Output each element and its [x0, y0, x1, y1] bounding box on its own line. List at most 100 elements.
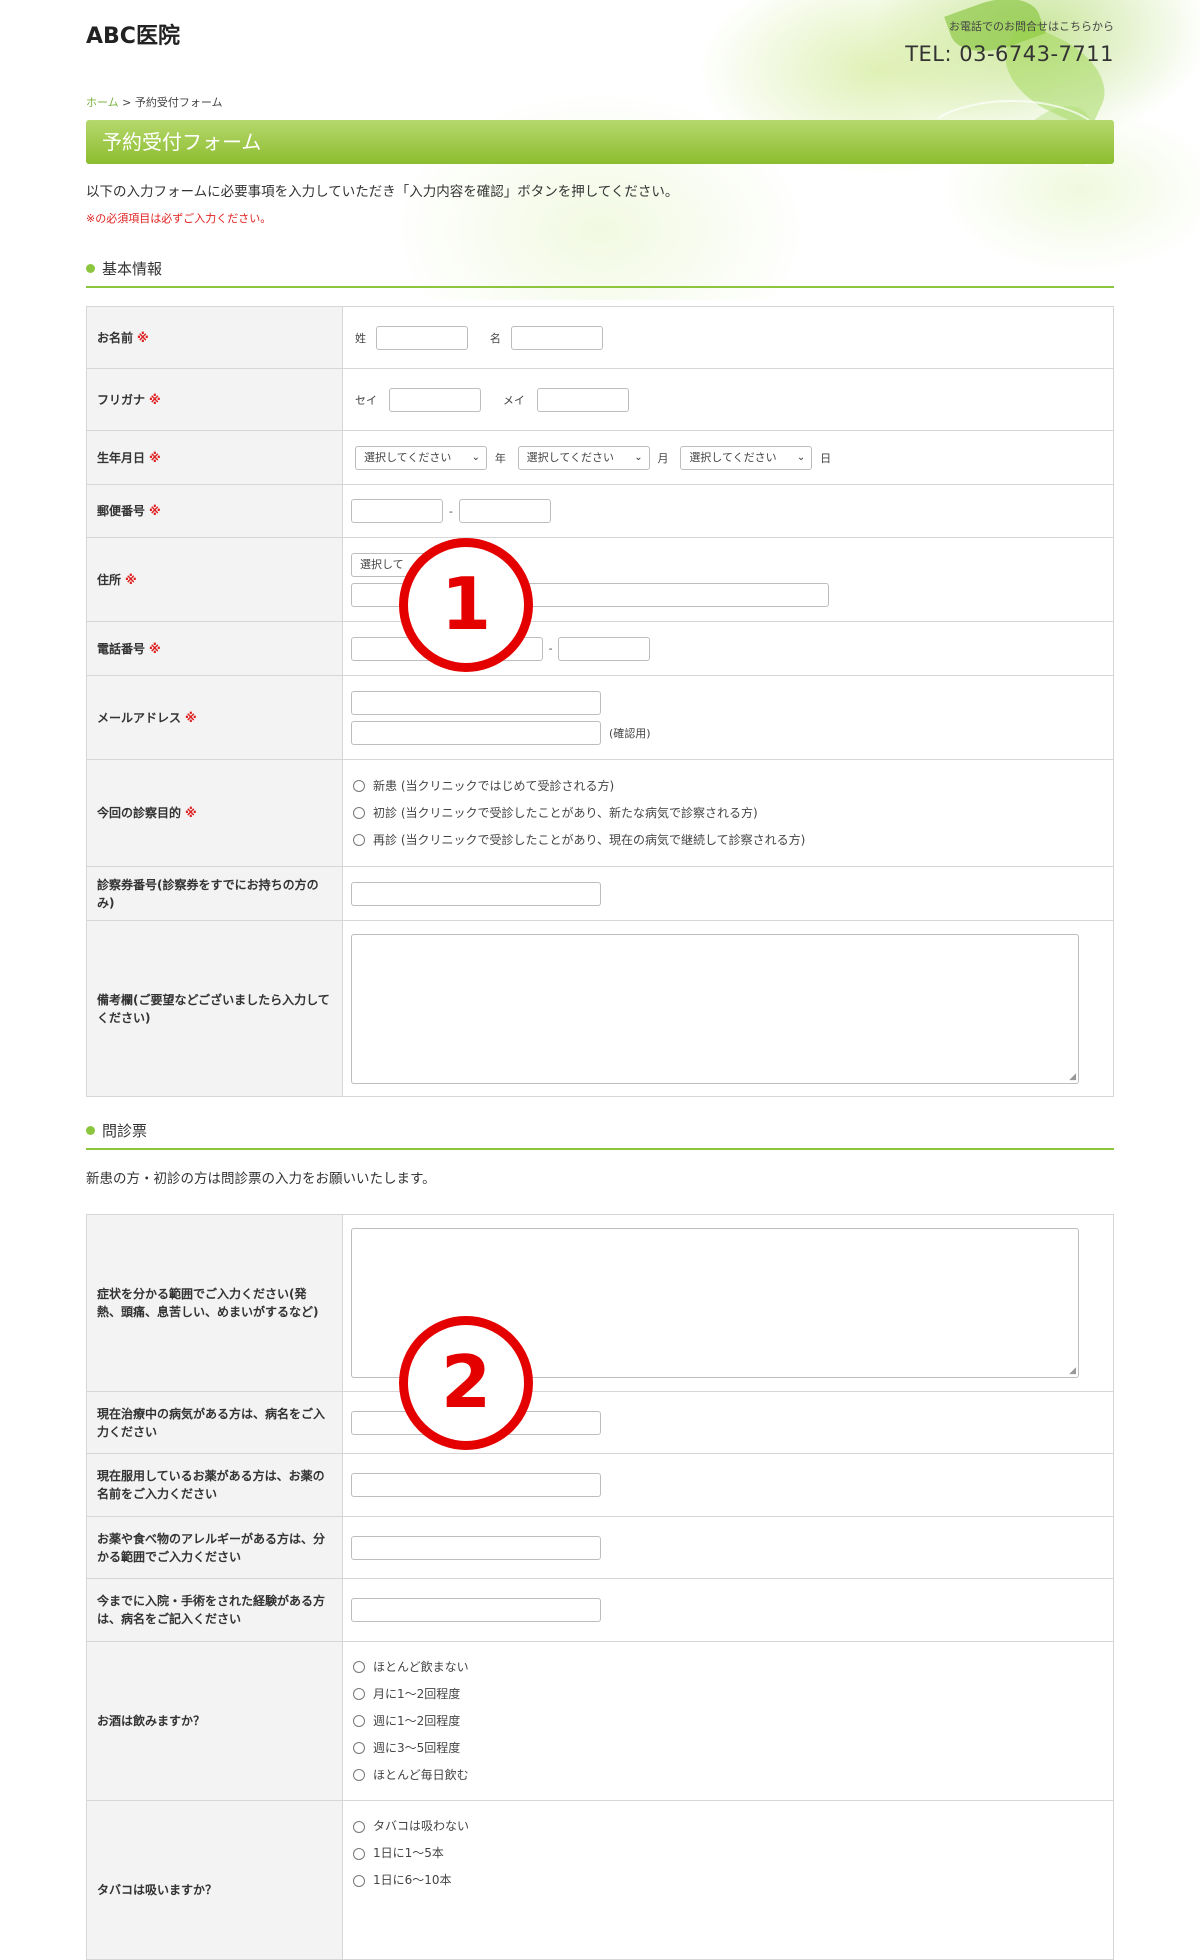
- kana-last-input[interactable]: [389, 387, 481, 412]
- bullet-icon: [86, 264, 95, 273]
- section-basic-title: 基本情報: [102, 260, 163, 278]
- radio-button[interactable]: [353, 1874, 365, 1887]
- bullet-icon: [86, 1126, 95, 1135]
- field-cell: 新患 (当クリニックではじめて受診される方) 初診 (当クリニックで受診したこと…: [342, 759, 1114, 867]
- email-input[interactable]: [351, 690, 601, 715]
- row-name: お名前 ※ 姓 名: [86, 306, 1114, 369]
- history-input[interactable]: [351, 1598, 601, 1622]
- radio-button[interactable]: [353, 1742, 365, 1754]
- kana-label: フリガナ: [97, 392, 146, 407]
- radio-button[interactable]: [353, 1715, 365, 1727]
- email-confirm-input[interactable]: [351, 720, 601, 745]
- questionnaire-table: 症状を分かる範囲でご入力ください(発熱、頭痛、息苦しい、めまいがするなど) ◢ …: [86, 1214, 1114, 1960]
- birth-day-select[interactable]: 選択してください ⌄: [680, 445, 813, 470]
- kana-first-input[interactable]: [536, 387, 629, 412]
- radio-button[interactable]: [353, 834, 365, 846]
- birth-year-select[interactable]: 選択してください ⌄: [355, 445, 487, 470]
- required-mark: ※: [137, 330, 149, 345]
- required-mark: ※: [149, 450, 161, 465]
- section-questionnaire-heading: 問診票: [86, 1116, 1114, 1150]
- medicine-input[interactable]: [351, 1473, 601, 1497]
- alcohol-option[interactable]: ほとんど毎日飲む: [351, 1762, 1113, 1789]
- last-name-input[interactable]: [376, 325, 468, 350]
- birth-label: 生年月日: [97, 450, 146, 465]
- allergy-input[interactable]: [351, 1535, 601, 1560]
- purpose-option[interactable]: 初診 (当クリニックで受診したことがあり、新たな病気で診察される方): [351, 800, 1113, 827]
- remarks-textarea[interactable]: ◢: [351, 933, 1079, 1084]
- breadcrumb-current: 予約受付フォーム: [134, 96, 223, 109]
- row-remarks: 備考欄(ご要望などございましたら入力してください) ◢: [86, 920, 1114, 1097]
- chevron-down-icon: ⌄: [634, 451, 643, 463]
- radio-button[interactable]: [353, 1769, 365, 1781]
- breadcrumb-home-link[interactable]: ホーム: [86, 96, 119, 109]
- alcohol-option[interactable]: 週に3～5回程度: [351, 1735, 1113, 1762]
- questionnaire-note: 新患の方・初診の方は問診票の入力をお願いいたします。: [86, 1171, 436, 1187]
- alcohol-option[interactable]: ほとんど飲まない: [351, 1654, 1113, 1681]
- alcohol-option[interactable]: 週に1～2回程度: [351, 1708, 1113, 1735]
- phone-third-input[interactable]: [558, 636, 651, 661]
- radio-button[interactable]: [353, 807, 365, 819]
- label-cell: 今までに入院・手術をされた経験がある方は、病名をご記入ください: [86, 1578, 343, 1642]
- purpose-option[interactable]: 新患 (当クリニックではじめて受診される方): [351, 773, 1113, 800]
- medicine-label: 現在服用しているお薬がある方は、お薬の名前をご入力ください: [97, 1469, 325, 1501]
- purpose-option-label: 初診 (当クリニックで受診したことがあり、新たな病気で診察される方): [373, 805, 758, 820]
- name-label: お名前: [97, 330, 134, 345]
- row-disease: 現在治療中の病気がある方は、病名をご入力ください: [86, 1391, 1114, 1454]
- tobacco-option[interactable]: 1日に1～5本: [351, 1840, 1113, 1867]
- intro-text: 以下の入力フォームに必要事項を入力していただき「入力内容を確認」ボタンを押してく…: [86, 184, 679, 200]
- tobacco-label: タバコは吸いますか？: [97, 1883, 218, 1897]
- email-confirm-label: (確認用): [609, 726, 651, 740]
- phone-dash: -: [548, 642, 553, 655]
- purpose-option-label: 再診 (当クリニックで受診したことがあり、現在の病気で継続して診察される方): [373, 832, 806, 847]
- annotation-marker-1: 1: [399, 538, 533, 672]
- card-number-input[interactable]: [351, 881, 601, 906]
- label-cell: 電話番号 ※: [86, 621, 343, 676]
- chevron-down-icon: ⌄: [471, 451, 480, 463]
- resize-grip-icon[interactable]: ◢: [1069, 1366, 1076, 1376]
- required-mark: ※: [149, 392, 161, 407]
- row-symptoms: 症状を分かる範囲でご入力ください(発熱、頭痛、息苦しい、めまいがするなど) ◢: [86, 1214, 1114, 1392]
- radio-button[interactable]: [353, 1847, 365, 1860]
- label-cell: 今回の診察目的 ※: [86, 759, 343, 867]
- alcohol-option-label: 月に1～2回程度: [373, 1686, 461, 1701]
- radio-button[interactable]: [353, 1820, 365, 1833]
- tel-note: お電話でのお問合せはこちらから: [949, 20, 1114, 33]
- birth-month-select[interactable]: 選択してください ⌄: [517, 445, 650, 470]
- chevron-down-icon: ⌄: [796, 451, 806, 463]
- first-name-input[interactable]: [510, 325, 603, 350]
- row-medicine: 現在服用しているお薬がある方は、お薬の名前をご入力ください: [86, 1453, 1114, 1517]
- resize-grip-icon[interactable]: ◢: [1069, 1072, 1076, 1082]
- field-cell: (確認用): [342, 675, 1114, 760]
- row-allergy: お薬や食べ物のアレルギーがある方は、分かる範囲でご入力ください: [86, 1516, 1114, 1579]
- sei-label: 姓: [355, 331, 366, 345]
- site-logo[interactable]: ABC医院: [86, 18, 180, 50]
- alcohol-option-label: 週に1～2回程度: [373, 1713, 461, 1728]
- radio-button[interactable]: [353, 1688, 365, 1700]
- field-cell: セイ メイ: [342, 368, 1114, 431]
- page-title: 予約受付フォーム: [86, 120, 1114, 164]
- radio-button[interactable]: [353, 1661, 365, 1673]
- label-cell: お酒は飲みますか？: [86, 1641, 343, 1801]
- label-cell: 診察券番号(診察券をすでにお持ちの方のみ): [86, 866, 343, 921]
- label-cell: 住所 ※: [86, 537, 343, 622]
- annotation-marker-2: 2: [399, 1316, 533, 1450]
- row-kana: フリガナ ※ セイ メイ: [86, 368, 1114, 431]
- row-history: 今までに入院・手術をされた経験がある方は、病名をご記入ください: [86, 1578, 1114, 1642]
- row-birth: 生年月日 ※ 選択してください ⌄ 年 選択してください ⌄ 月 選択してください ⌄ …: [86, 430, 1114, 485]
- alcohol-option[interactable]: 月に1～2回程度: [351, 1681, 1113, 1708]
- purpose-option[interactable]: 再診 (当クリニックで受診したことがあり、現在の病気で継続して診察される方): [351, 827, 1113, 854]
- field-cell: ほとんど飲まない 月に1～2回程度 週に1～2回程度 週に3～5回程度 ほとんど…: [342, 1641, 1114, 1801]
- zip-second-input[interactable]: [458, 499, 551, 523]
- tobacco-option[interactable]: 1日に6～10本: [351, 1867, 1113, 1894]
- zip-first-input[interactable]: [351, 499, 443, 523]
- radio-button[interactable]: [353, 780, 365, 792]
- tobacco-option-label: タバコは吸わない: [373, 1819, 470, 1833]
- label-cell: 現在服用しているお薬がある方は、お薬の名前をご入力ください: [86, 1453, 343, 1517]
- tobacco-option[interactable]: タバコは吸わない: [351, 1813, 1113, 1840]
- row-alcohol: お酒は飲みますか？ ほとんど飲まない 月に1～2回程度 週に1～2回程度 週に3…: [86, 1641, 1114, 1801]
- phone-label: 電話番号: [97, 641, 146, 656]
- field-cell: [342, 1516, 1114, 1579]
- select-placeholder: 選択して: [360, 557, 404, 571]
- field-cell: ◢: [342, 920, 1114, 1097]
- select-placeholder: 選択してください: [689, 450, 777, 464]
